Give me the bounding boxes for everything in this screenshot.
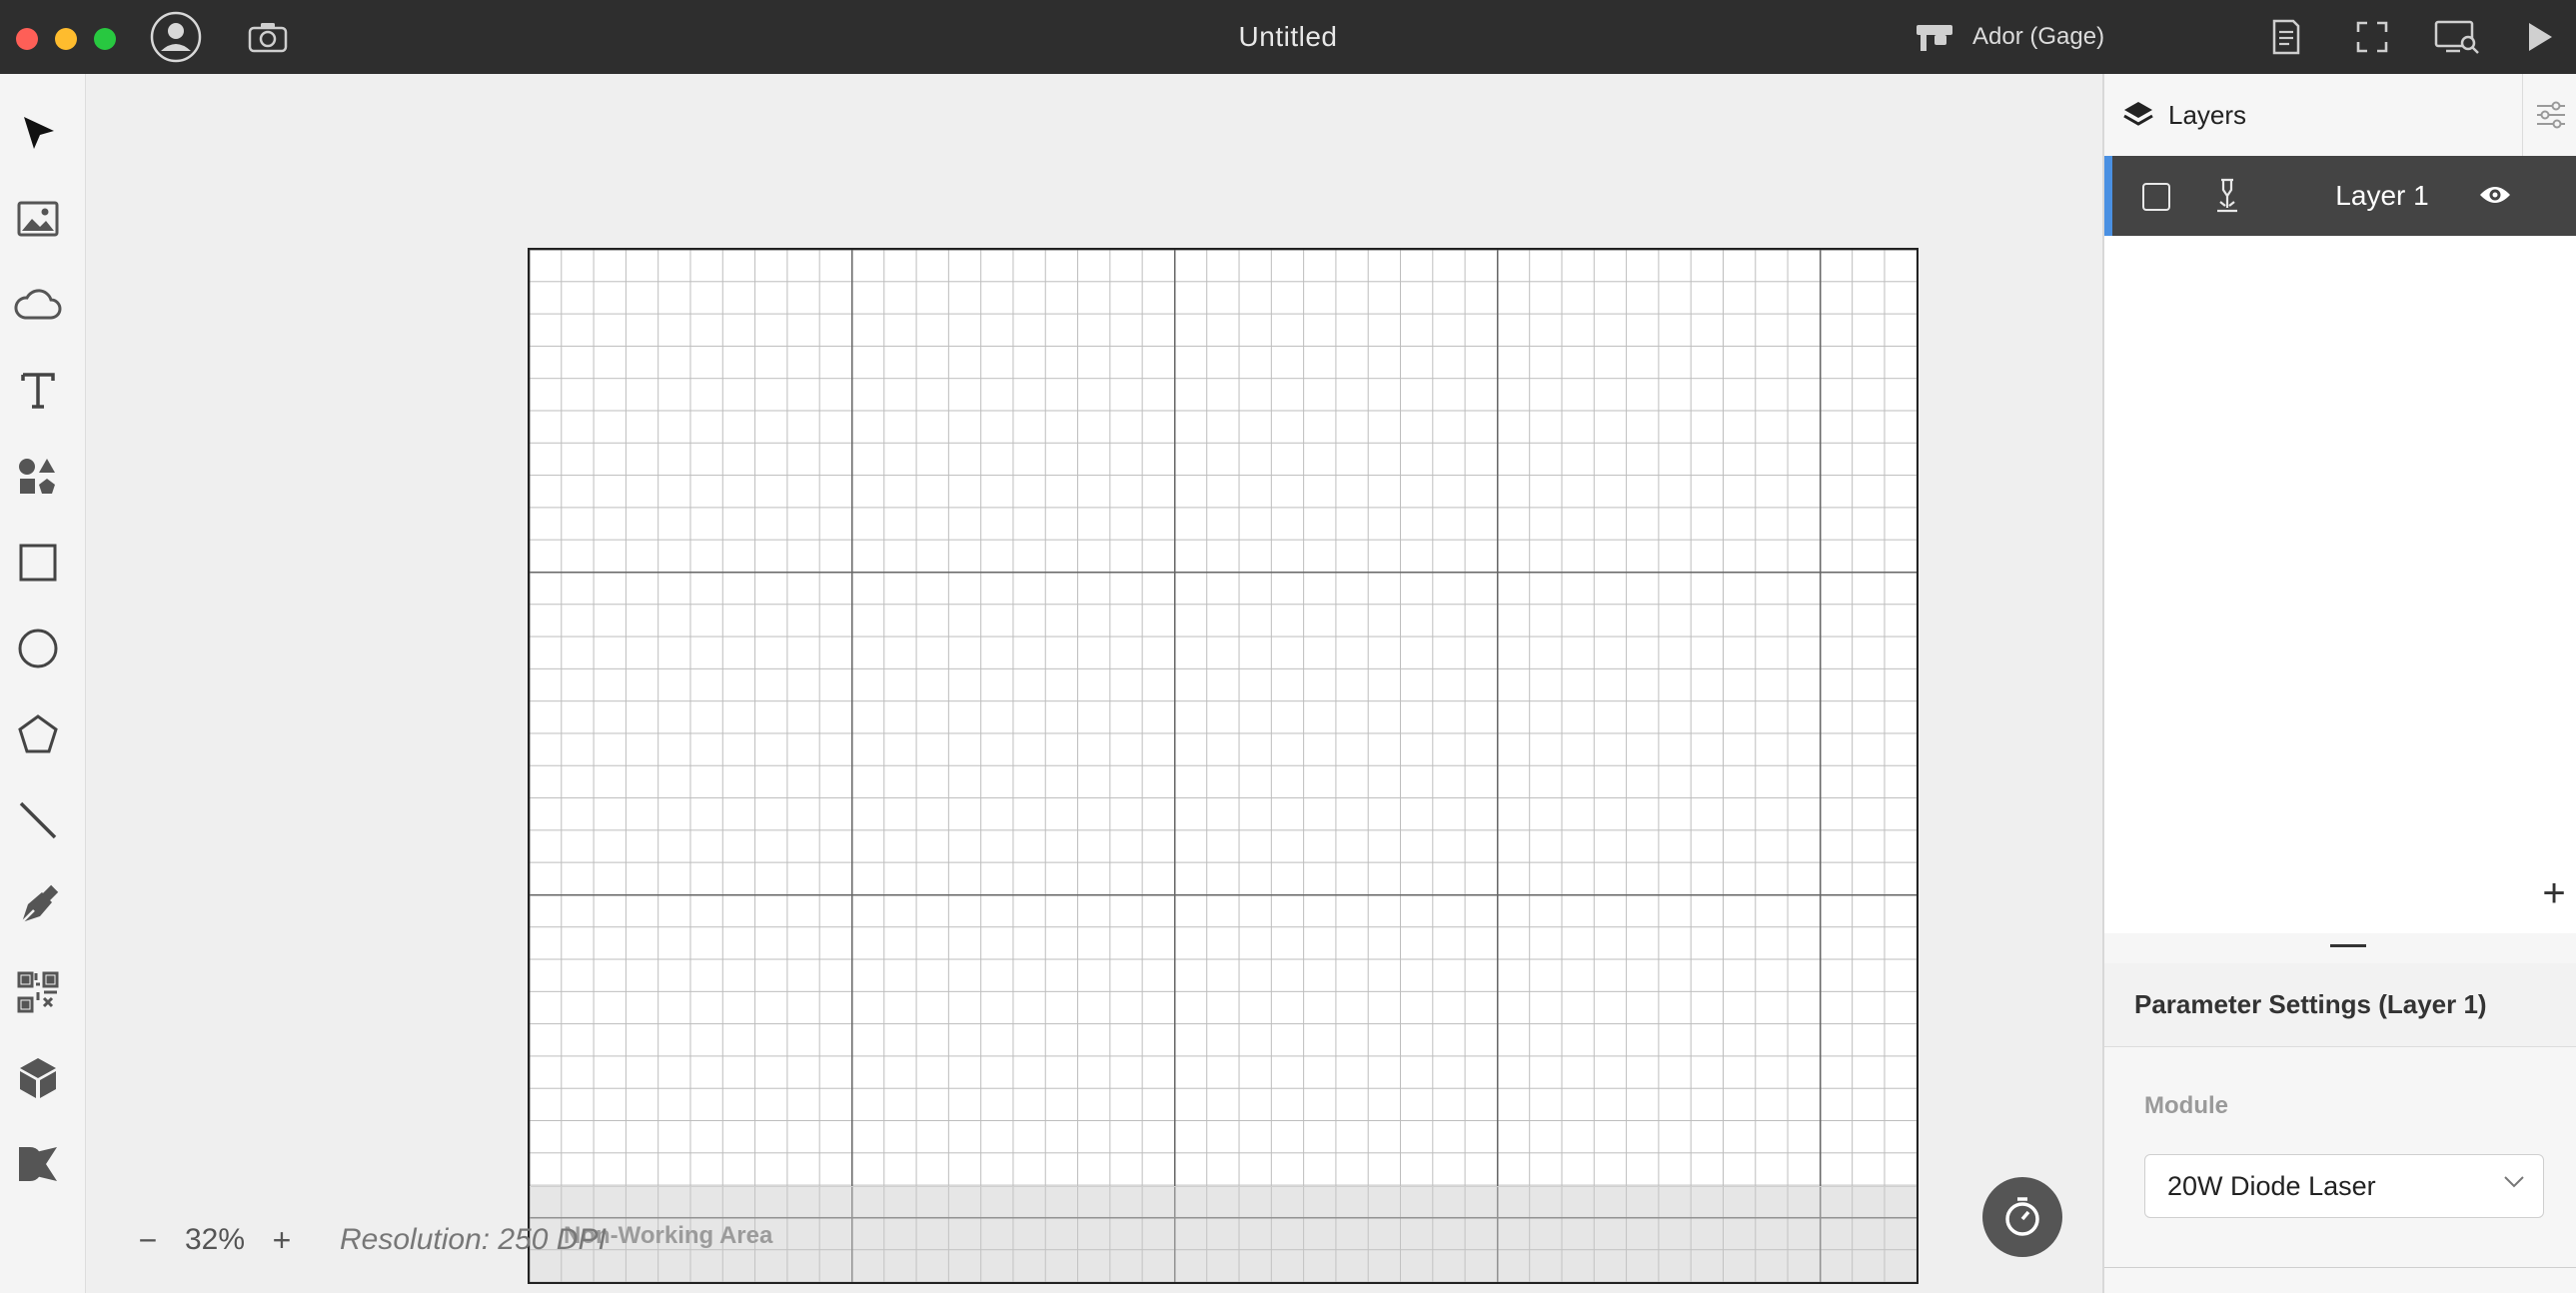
drag-handle-icon	[2330, 944, 2366, 947]
zoom-level[interactable]: 32%	[170, 1223, 260, 1257]
rectangle-tool-icon[interactable]	[0, 528, 76, 598]
close-window-button[interactable]	[16, 28, 38, 50]
line-tool-icon[interactable]	[0, 785, 76, 855]
canvas-area[interactable]: Non-Working Area − 32% + Resolution: 250…	[86, 74, 2102, 1293]
add-layer-button[interactable]: +	[2534, 871, 2574, 915]
boxgen-tool-icon[interactable]	[0, 1043, 76, 1113]
title-bar: Untitled Ador (Gage)	[0, 0, 2576, 74]
layers-tab[interactable]: Layers	[2104, 74, 2522, 156]
zoom-out-button[interactable]: −	[126, 1222, 170, 1259]
zoom-window-button[interactable]	[94, 28, 116, 50]
machine-icon[interactable]	[1911, 0, 1958, 74]
panel-bottom-strip	[2104, 1267, 2576, 1293]
monitor-search-icon[interactable]	[2430, 0, 2484, 74]
qrcode-tool-icon[interactable]	[0, 957, 76, 1027]
layers-title: Layers	[2168, 99, 2247, 130]
device-selector[interactable]: Ador (Gage)	[1972, 0, 2104, 74]
module-select-value: 20W Diode Laser	[2167, 1171, 2376, 1201]
layers-list	[2104, 236, 2576, 1007]
left-toolbar	[0, 74, 86, 1293]
layer-row[interactable]: Layer 1	[2104, 156, 2576, 236]
eye-icon[interactable]	[2478, 182, 2512, 213]
zoom-controls: − 32% + Resolution: 250 DPI	[126, 1215, 607, 1265]
document-title: Untitled	[1238, 21, 1338, 52]
stopwatch-icon	[2005, 1197, 2039, 1236]
camera-icon[interactable]	[244, 0, 292, 74]
ellipse-tool-icon[interactable]	[0, 614, 76, 683]
layer-settings-icon[interactable]	[2522, 74, 2576, 156]
work-area-grid[interactable]: Non-Working Area	[528, 248, 1919, 1284]
text-tool-icon[interactable]	[0, 356, 76, 426]
layers-icon	[2122, 100, 2154, 130]
time-estimate-button[interactable]	[1982, 1177, 2062, 1257]
elements-tool-icon[interactable]	[0, 442, 76, 512]
select-tool-icon[interactable]	[0, 98, 76, 168]
laser-module-icon	[2212, 178, 2242, 219]
user-account-icon[interactable]	[148, 0, 204, 74]
play-icon[interactable]	[2520, 0, 2560, 74]
polygon-tool-icon[interactable]	[0, 699, 76, 769]
parameter-settings-header: Parameter Settings (Layer 1)	[2104, 963, 2576, 1047]
image-tool-icon[interactable]	[0, 184, 76, 254]
minimize-window-button[interactable]	[55, 28, 77, 50]
cloud-tool-icon[interactable]	[0, 270, 76, 340]
non-working-area: Non-Working Area	[530, 1186, 1917, 1282]
zoom-in-button[interactable]: +	[260, 1222, 304, 1259]
resolution-label: Resolution: 250 DPI	[340, 1223, 607, 1256]
document-icon[interactable]	[2264, 0, 2308, 74]
fullscreen-icon[interactable]	[2350, 0, 2394, 74]
chevron-down-icon	[2503, 1175, 2525, 1194]
module-select[interactable]: 20W Diode Laser	[2144, 1154, 2544, 1218]
module-label: Module	[2144, 1092, 2228, 1119]
right-panel: Layers Layer 1 + Parameter Settings (Lay…	[2102, 74, 2576, 1293]
dmkt-tool-icon[interactable]	[0, 1129, 76, 1199]
layer-name[interactable]: Layer 1	[2302, 156, 2462, 236]
parameter-settings-body: Module 20W Diode Laser	[2104, 1048, 2576, 1293]
panel-resize-handle[interactable]	[2104, 933, 2576, 963]
pen-tool-icon[interactable]	[0, 871, 76, 941]
parameter-settings-title: Parameter Settings (Layer 1)	[2134, 989, 2487, 1019]
layer-select-checkbox[interactable]	[2142, 183, 2170, 211]
